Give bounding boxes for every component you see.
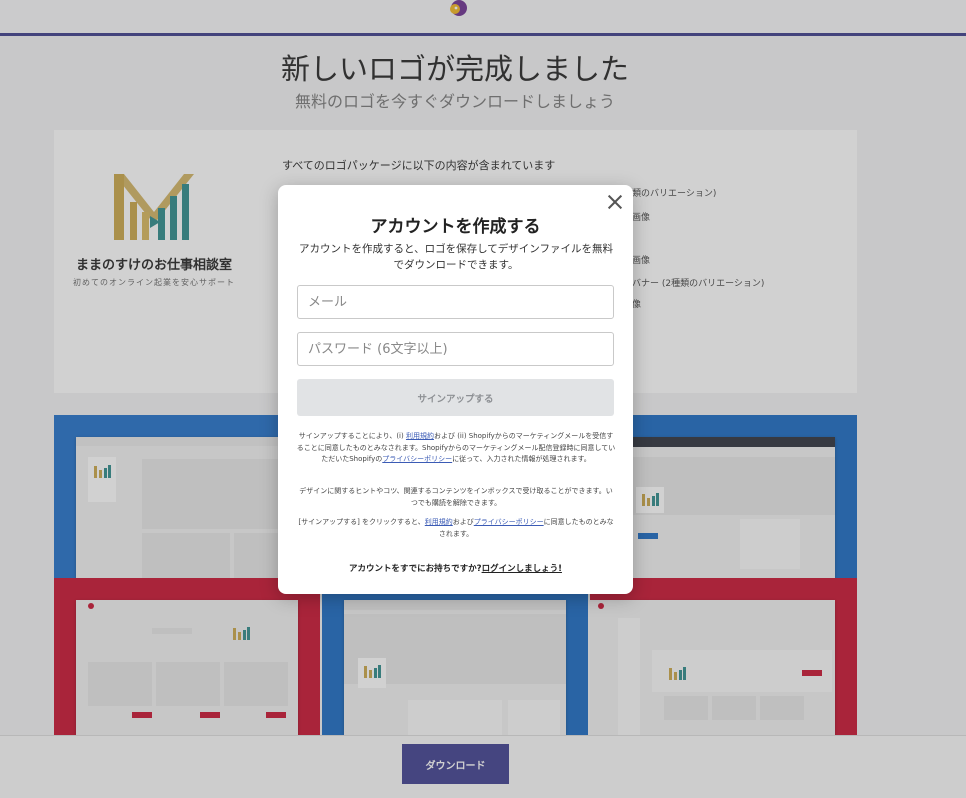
- login-link[interactable]: ログインしましょう!: [482, 564, 562, 574]
- signup-modal: アカウントを作成する アカウントを作成すると、ロゴを保存してデザインファイルを無…: [278, 185, 633, 594]
- login-prompt: アカウントをすでにお持ちですか?ログインしましょう!: [349, 564, 562, 574]
- privacy-policy-link[interactable]: プライバシーポリシー: [474, 518, 544, 526]
- signup-button[interactable]: サインアップする: [297, 379, 614, 416]
- email-field[interactable]: [297, 285, 614, 319]
- password-field[interactable]: [297, 332, 614, 366]
- signup-agreement-text: [サインアップする] をクリックすると、利用規約およびプライバシーポリシーに同意…: [298, 518, 614, 538]
- legal-consent-text: サインアップすることにより、(i) 利用規約および (ii) Shopifyから…: [296, 432, 616, 463]
- privacy-policy-link[interactable]: プライバシーポリシー: [382, 455, 452, 463]
- terms-link[interactable]: 利用規約: [425, 518, 453, 526]
- modal-description: アカウントを作成すると、ロゴを保存してデザインファイルを無料でダウンロードできま…: [299, 243, 613, 271]
- close-icon[interactable]: [605, 192, 625, 212]
- modal-title: アカウントを作成する: [370, 217, 541, 237]
- newsletter-notice: デザインに関するヒントやコツ、関連するコンテンツをインボックスで受け取ることがで…: [299, 487, 613, 507]
- terms-link[interactable]: 利用規約: [406, 432, 434, 440]
